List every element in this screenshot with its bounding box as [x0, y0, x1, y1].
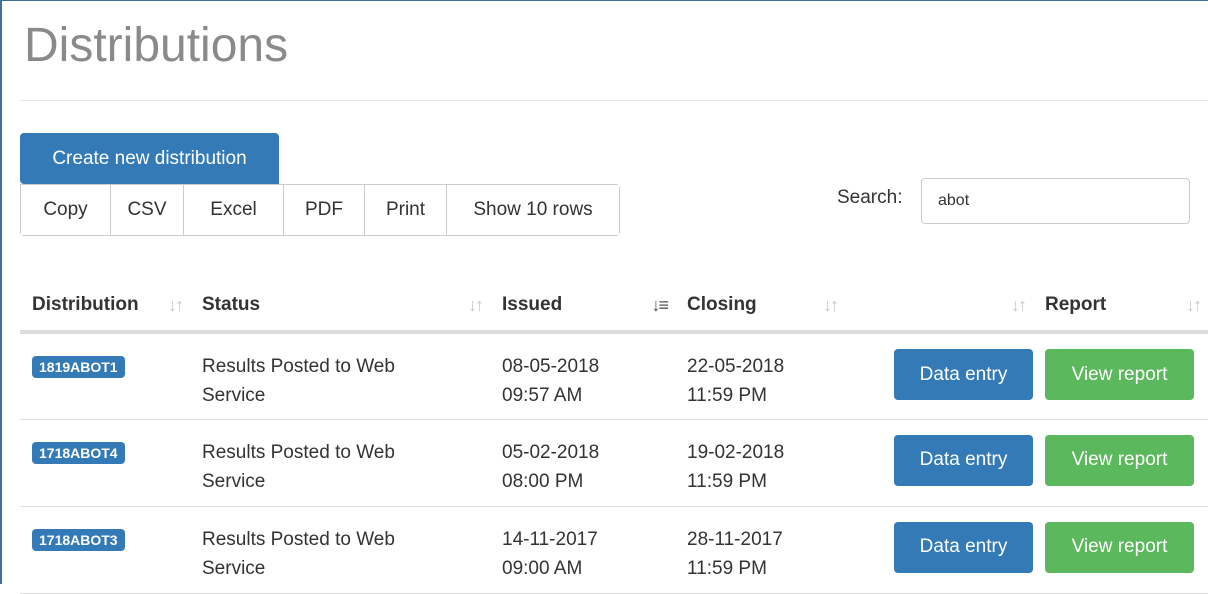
closing-time: 11:59 PM [687, 385, 767, 406]
column-header-distribution[interactable]: Distribution ↓↑ [20, 280, 190, 334]
closing-time: 11:59 PM [687, 557, 767, 579]
issued-cell: 08-05-2018 09:57 AM [490, 332, 675, 420]
pdf-button[interactable]: PDF [284, 185, 365, 235]
page-title: Distributions [24, 19, 289, 72]
table-row: 1819ABOT1 Results Posted to Web Service … [20, 332, 1208, 420]
create-distribution-button[interactable]: Create new distribution [20, 133, 279, 184]
status-cell: Results Posted to Web Service [190, 506, 490, 594]
column-header-closing[interactable]: Closing ↓↑ [675, 280, 845, 334]
column-header-status[interactable]: Status ↓↑ [190, 280, 490, 334]
column-header-report[interactable]: Report ↓↑ [1033, 280, 1208, 334]
view-report-button[interactable]: View report [1045, 521, 1194, 573]
export-button-group: Copy CSV Excel PDF Print Show 10 rows [20, 184, 620, 236]
search-input[interactable] [921, 178, 1190, 224]
column-header-issued[interactable]: Issued ↓≡ [490, 280, 675, 334]
data-entry-button[interactable]: Data entry [894, 521, 1033, 573]
table-row: 1718ABOT3 Results Posted to Web Service … [20, 506, 1208, 594]
view-report-button[interactable]: View report [1045, 349, 1194, 400]
closing-time: 11:59 PM [687, 470, 767, 492]
issued-date: 14-11-2017 [502, 528, 598, 550]
issued-time: 08:00 PM [502, 470, 584, 492]
data-entry-button[interactable]: Data entry [894, 434, 1033, 486]
column-header-label: Report [1045, 294, 1107, 315]
issued-date: 05-02-2018 [502, 441, 600, 463]
sort-icon: ↓↑ [168, 295, 184, 315]
print-button[interactable]: Print [365, 185, 447, 235]
distribution-badge: 1718ABOT4 [32, 441, 125, 464]
show-rows-button[interactable]: Show 10 rows [447, 185, 619, 235]
distributions-table: Distribution ↓↑ Status ↓↑ Issued ↓≡ Clos… [20, 280, 1208, 594]
sort-icon: ↓↑ [468, 295, 484, 315]
column-header-actions[interactable]: ↓↑ [845, 280, 1033, 334]
column-header-label: Status [202, 294, 261, 315]
title-divider [20, 100, 1208, 101]
issued-cell: 14-11-2017 09:00 AM [490, 506, 675, 594]
closing-cell: 28-11-2017 11:59 PM [675, 506, 845, 594]
issued-time: 09:57 AM [502, 385, 583, 406]
column-header-label: Closing [687, 294, 757, 315]
search-label: Search: [837, 187, 903, 208]
data-entry-button[interactable]: Data entry [894, 349, 1033, 400]
excel-button[interactable]: Excel [184, 185, 284, 235]
closing-date: 19-02-2018 [687, 441, 785, 463]
view-report-button[interactable]: View report [1045, 434, 1194, 486]
table-row: 1718ABOT4 Results Posted to Web Service … [20, 419, 1208, 507]
issued-time: 09:00 AM [502, 557, 583, 579]
closing-cell: 22-05-2018 11:59 PM [675, 332, 845, 420]
csv-button[interactable]: CSV [111, 185, 184, 235]
distribution-badge: 1819ABOT1 [32, 356, 125, 378]
status-cell: Results Posted to Web Service [190, 419, 490, 507]
closing-cell: 19-02-2018 11:59 PM [675, 419, 845, 507]
copy-button[interactable]: Copy [21, 185, 111, 235]
status-cell: Results Posted to Web Service [190, 332, 490, 420]
sort-descending-icon: ↓≡ [651, 295, 668, 315]
distribution-badge: 1718ABOT3 [32, 528, 125, 551]
issued-cell: 05-02-2018 08:00 PM [490, 419, 675, 507]
closing-date: 22-05-2018 [687, 356, 785, 377]
column-header-label: Issued [502, 294, 563, 315]
table-header-row: Distribution ↓↑ Status ↓↑ Issued ↓≡ Clos… [20, 280, 1208, 334]
sort-icon: ↓↑ [1186, 295, 1202, 315]
issued-date: 08-05-2018 [502, 356, 600, 377]
column-header-label: Distribution [32, 294, 139, 315]
closing-date: 28-11-2017 [687, 528, 783, 550]
sort-icon: ↓↑ [823, 295, 839, 315]
sort-icon: ↓↑ [1011, 295, 1027, 315]
